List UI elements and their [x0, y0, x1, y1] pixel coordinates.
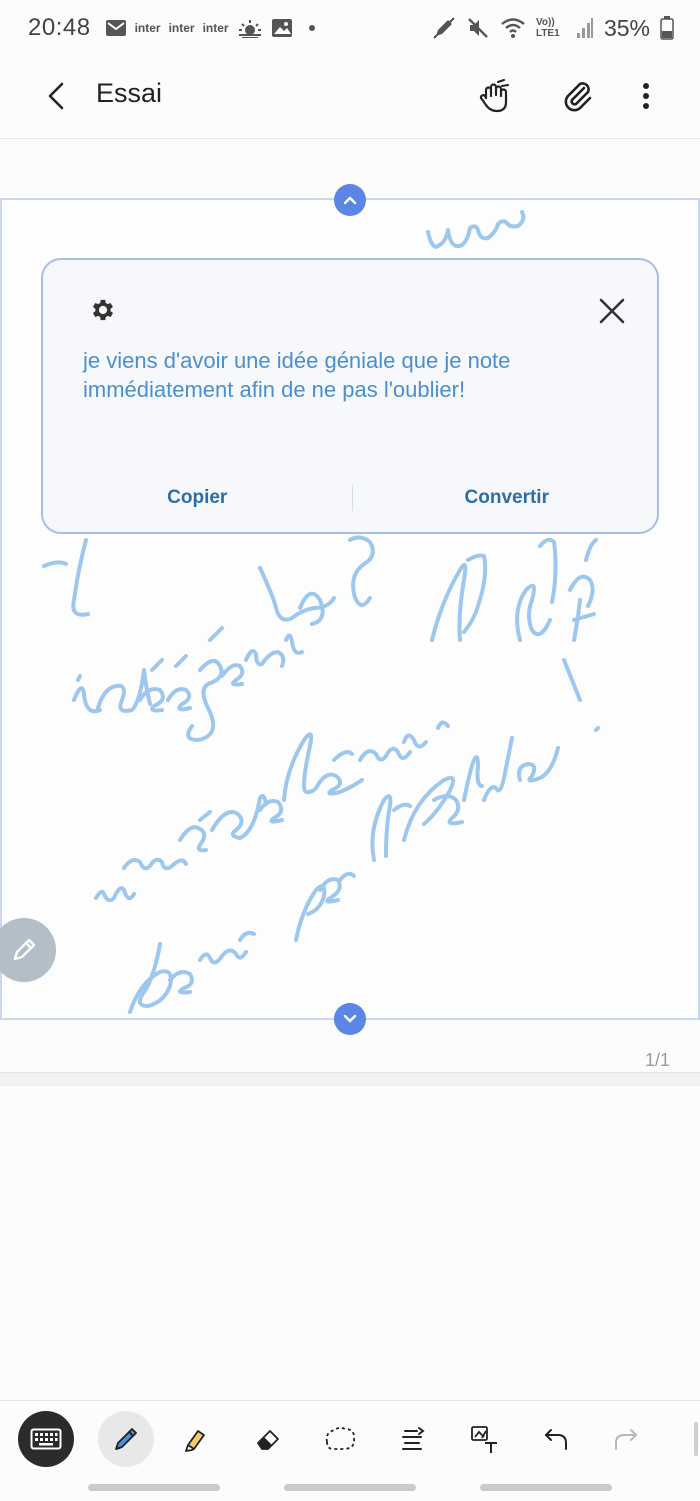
text-image-icon — [471, 1426, 497, 1453]
nav-back-pill[interactable] — [480, 1484, 612, 1491]
nav-recent-pill[interactable] — [88, 1484, 220, 1491]
settings-icon — [92, 299, 114, 321]
mail-icon — [105, 19, 127, 37]
battery-percent: 35% — [603, 14, 650, 41]
pen-icon — [432, 16, 456, 40]
close-icon — [599, 298, 625, 324]
keyboard-icon — [30, 1428, 62, 1450]
frame-expand-handle[interactable] — [334, 1003, 366, 1035]
app-bar: Essai — [0, 56, 700, 136]
back-icon — [48, 82, 64, 110]
back-button[interactable] — [36, 76, 76, 116]
pen-icon — [115, 1428, 137, 1450]
signal-icon — [576, 17, 594, 39]
touch-draw-icon — [479, 79, 509, 113]
wifi-icon — [500, 17, 526, 39]
pen-tool-button[interactable] — [98, 1411, 154, 1467]
toolbar-scroll-edge — [694, 1422, 698, 1456]
copy-button[interactable]: Copier — [43, 487, 352, 509]
highlighter-tool-button[interactable] — [168, 1411, 224, 1467]
redo-button[interactable] — [598, 1411, 654, 1467]
close-popup-button[interactable] — [595, 294, 629, 328]
attachment-icon — [564, 82, 592, 112]
network-label: Vo)) LTE1 — [535, 17, 560, 39]
app-bar-divider — [0, 138, 700, 139]
page-indicator: 1/1 — [644, 1050, 670, 1070]
eraser-tool-button[interactable] — [240, 1411, 296, 1467]
settings-button[interactable] — [89, 296, 117, 324]
frame-collapse-handle[interactable] — [334, 184, 366, 216]
chevron-down-icon — [343, 1014, 357, 1023]
status-time: 20:48 — [28, 14, 91, 41]
mute-icon — [466, 16, 490, 40]
lasso-icon — [325, 1426, 355, 1450]
drawing-toolbar — [0, 1400, 700, 1478]
text-align-tool-button[interactable] — [384, 1411, 440, 1467]
status-notifications: inter inter inter — [105, 18, 315, 38]
text-image-tool-button[interactable] — [456, 1411, 512, 1467]
weather-icon — [237, 18, 263, 38]
lasso-tool-button[interactable] — [312, 1411, 368, 1467]
nav-home-pill[interactable] — [284, 1484, 416, 1491]
chevron-up-icon — [343, 196, 357, 205]
image-icon — [271, 18, 293, 38]
carrier-label: inter — [134, 21, 161, 35]
notification-dot — [308, 25, 315, 31]
text-align-icon — [402, 1427, 425, 1450]
redo-icon — [615, 1429, 637, 1450]
status-right: Vo)) LTE1 35% — [432, 0, 674, 56]
keyboard-button[interactable] — [18, 1411, 74, 1467]
pen-edit-icon — [13, 938, 36, 961]
status-bar: 20:48 inter inter inter Vo)) LTE1 35% — [0, 0, 700, 56]
page-separator — [0, 1072, 700, 1086]
handwriting-conversion-popup: je viens d'avoir une idée géniale que je… — [41, 258, 659, 534]
recognized-text: je viens d'avoir une idée géniale que je… — [83, 348, 511, 402]
convert-button[interactable]: Convertir — [353, 487, 662, 509]
undo-button[interactable] — [528, 1411, 584, 1467]
undo-icon — [545, 1429, 567, 1450]
highlighter-icon — [185, 1430, 205, 1452]
carrier-label: inter — [202, 21, 229, 35]
more-vert-icon — [643, 83, 649, 109]
attachment-button[interactable] — [556, 74, 600, 118]
touch-draw-button[interactable] — [472, 74, 516, 118]
carrier-label: inter — [168, 21, 195, 35]
battery-icon — [660, 16, 674, 40]
page-title: Essai — [96, 78, 163, 108]
more-options-button[interactable] — [624, 74, 668, 118]
popup-actions: Copier Convertir — [43, 478, 661, 518]
eraser-icon — [257, 1430, 279, 1450]
